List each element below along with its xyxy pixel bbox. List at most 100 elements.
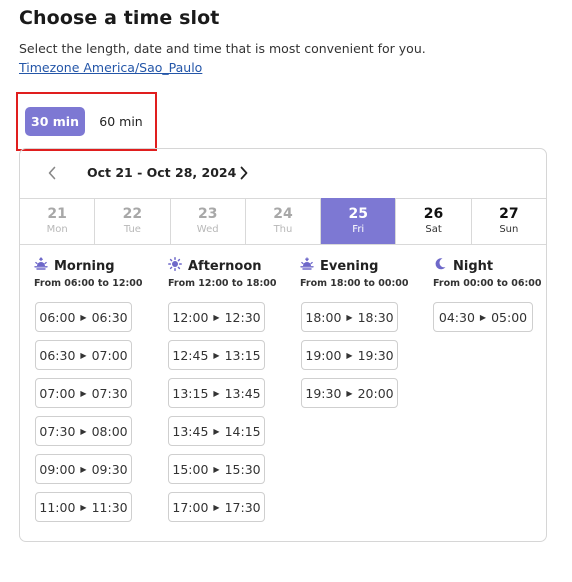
day-weekday: Mon [46,224,68,235]
arrow-right-icon: ▶ [213,388,220,398]
day-number: 23 [197,206,218,222]
slot-start: 13:45 [172,423,209,439]
calendar-card: Oct 21 - Oct 28, 2024 21 Mon 22 Tue 23 W… [19,148,547,542]
time-slot-button[interactable]: 06:30 ▶ 07:00 [35,340,132,370]
arrow-right-icon: ▶ [213,464,220,474]
time-slot-button[interactable]: 17:00 ▶ 17:30 [168,492,265,522]
arrow-right-icon: ▶ [346,350,353,360]
slot-end: 07:00 [91,347,128,363]
period-night: Night From 00:00 to 06:00 [433,257,541,289]
page-title: Choose a time slot [19,7,220,29]
arrow-right-icon: ▶ [80,426,87,436]
arrow-right-icon: ▶ [80,464,87,474]
slot-end: 05:00 [491,309,528,325]
slot-start: 06:00 [39,309,76,325]
period-evening: Evening From 18:00 to 00:00 [300,257,408,289]
day-21[interactable]: 21 Mon [20,198,96,244]
time-slot-button[interactable]: 09:00 ▶ 09:30 [35,454,132,484]
day-weekday: Sun [499,224,519,235]
arrow-right-icon: ▶ [213,312,220,322]
period-range: From 18:00 to 00:00 [300,278,409,289]
period-morning: Morning From 06:00 to 12:00 [34,257,142,289]
day-number: 25 [348,206,368,222]
time-slot-button[interactable]: 04:30 ▶ 05:00 [433,302,533,332]
chevron-left-icon[interactable] [42,163,62,183]
slot-end: 11:30 [91,499,128,515]
time-slot-button[interactable]: 13:15 ▶ 13:45 [168,378,265,408]
day-selector: 21 Mon 22 Tue 23 Wed 24 Thu 25 Fri 26 Sa… [20,198,546,245]
period-title: Night [453,258,494,274]
slot-start: 11:00 [39,499,76,515]
sun-icon [168,257,182,275]
timezone-link[interactable]: Timezone America/Sao_Paulo [19,60,202,75]
day-number: 21 [47,206,67,222]
time-slot-button[interactable]: 18:00 ▶ 18:30 [301,302,398,332]
arrow-right-icon: ▶ [80,312,87,322]
period-range: From 12:00 to 18:00 [168,278,277,289]
chevron-right-icon[interactable] [234,163,254,183]
slot-end: 13:45 [224,385,261,401]
day-number: 22 [122,206,143,222]
day-23[interactable]: 23 Wed [171,198,246,244]
time-slot-button[interactable]: 07:00 ▶ 07:30 [35,378,132,408]
page-subtitle: Select the length, date and time that is… [19,41,426,56]
slot-end: 19:30 [357,347,394,363]
arrow-right-icon: ▶ [80,350,87,360]
slot-end: 08:00 [91,423,128,439]
day-25[interactable]: 25 Fri [321,198,397,244]
slot-start: 15:00 [172,461,209,477]
day-24[interactable]: 24 Thu [246,198,322,244]
day-number: 27 [499,206,519,222]
duration-60-button[interactable]: 60 min [91,107,151,136]
slot-start: 19:30 [305,385,342,401]
day-22[interactable]: 22 Tue [95,198,171,244]
time-slot-button[interactable]: 15:00 ▶ 15:30 [168,454,265,484]
arrow-right-icon: ▶ [80,502,87,512]
slot-end: 07:30 [91,385,128,401]
slot-end: 18:30 [357,309,394,325]
slot-start: 04:30 [438,309,475,325]
slot-start: 17:00 [172,499,209,515]
slot-start: 07:00 [39,385,76,401]
time-slot-button[interactable]: 12:45 ▶ 13:15 [168,340,265,370]
day-weekday: Tue [123,224,141,235]
arrow-right-icon: ▶ [479,312,487,322]
period-range: From 00:00 to 06:00 [433,278,542,289]
sunrise-icon [34,257,48,275]
arrow-right-icon: ▶ [213,426,220,436]
slot-start: 12:00 [172,309,209,325]
slot-end: 15:30 [224,461,261,477]
slot-end: 14:15 [224,423,261,439]
slot-start: 13:15 [172,385,209,401]
day-number: 26 [423,206,444,222]
period-title: Afternoon [188,258,262,274]
day-weekday: Fri [352,224,365,235]
week-range-label: Oct 21 - Oct 28, 2024 [87,165,237,180]
slot-end: 13:15 [224,347,261,363]
slot-end: 09:30 [91,461,128,477]
slot-start: 12:45 [172,347,209,363]
arrow-right-icon: ▶ [346,312,353,322]
period-afternoon: Afternoon From 12:00 to 18:00 [168,257,276,289]
day-weekday: Thu [273,224,293,235]
day-26[interactable]: 26 Sat [396,198,472,244]
slot-end: 20:00 [357,385,394,401]
time-slot-button[interactable]: 12:00 ▶ 12:30 [168,302,265,332]
slot-start: 19:00 [305,347,342,363]
arrow-right-icon: ▶ [213,350,220,360]
time-slot-button[interactable]: 13:45 ▶ 14:15 [168,416,265,446]
arrow-right-icon: ▶ [346,388,353,398]
duration-30-button[interactable]: 30 min [25,107,85,136]
slot-end: 17:30 [224,499,261,515]
slot-end: 06:30 [91,309,128,325]
time-slot-button[interactable]: 06:00 ▶ 06:30 [35,302,132,332]
time-slot-button[interactable]: 07:30 ▶ 08:00 [35,416,132,446]
period-title: Evening [320,258,379,274]
day-27[interactable]: 27 Sun [472,198,546,244]
time-slot-button[interactable]: 11:00 ▶ 11:30 [35,492,132,522]
arrow-right-icon: ▶ [213,502,220,512]
time-slot-button[interactable]: 19:30 ▶ 20:00 [301,378,398,408]
time-slot-button[interactable]: 19:00 ▶ 19:30 [301,340,398,370]
slot-start: 09:00 [39,461,76,477]
slot-start: 07:30 [39,423,76,439]
